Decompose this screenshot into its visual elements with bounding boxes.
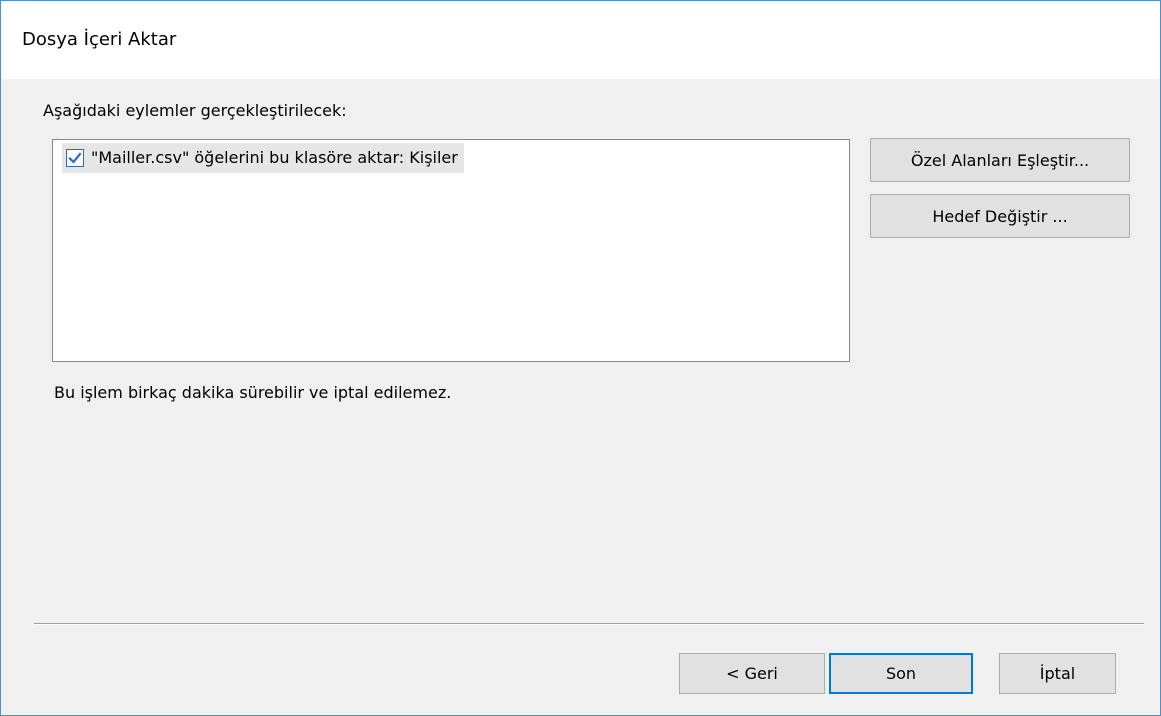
finish-button[interactable]: Son: [829, 653, 973, 694]
back-button[interactable]: < Geri: [679, 653, 825, 694]
change-destination-button[interactable]: Hedef Değiştir ...: [870, 194, 1130, 238]
cancel-button[interactable]: İptal: [999, 653, 1116, 694]
footer-divider: [34, 623, 1144, 625]
title-bar: Dosya İçeri Aktar: [1, 1, 1160, 79]
actions-heading: Aşağıdaki eylemler gerçekleştirilecek:: [43, 101, 347, 120]
dialog-title: Dosya İçeri Aktar: [22, 29, 177, 50]
actions-list[interactable]: "Mailler.csv" öğelerini bu klasöre aktar…: [52, 139, 850, 362]
import-dialog: Dosya İçeri Aktar Aşağıdaki eylemler ger…: [0, 0, 1161, 716]
checkmark-icon: [68, 152, 82, 164]
action-checkbox[interactable]: [66, 149, 84, 167]
action-label: "Mailler.csv" öğelerini bu klasöre aktar…: [91, 148, 458, 167]
list-item[interactable]: "Mailler.csv" öğelerini bu klasöre aktar…: [62, 143, 464, 173]
warning-note: Bu işlem birkaç dakika sürebilir ve ipta…: [54, 383, 452, 402]
map-custom-fields-button[interactable]: Özel Alanları Eşleştir...: [870, 138, 1130, 182]
